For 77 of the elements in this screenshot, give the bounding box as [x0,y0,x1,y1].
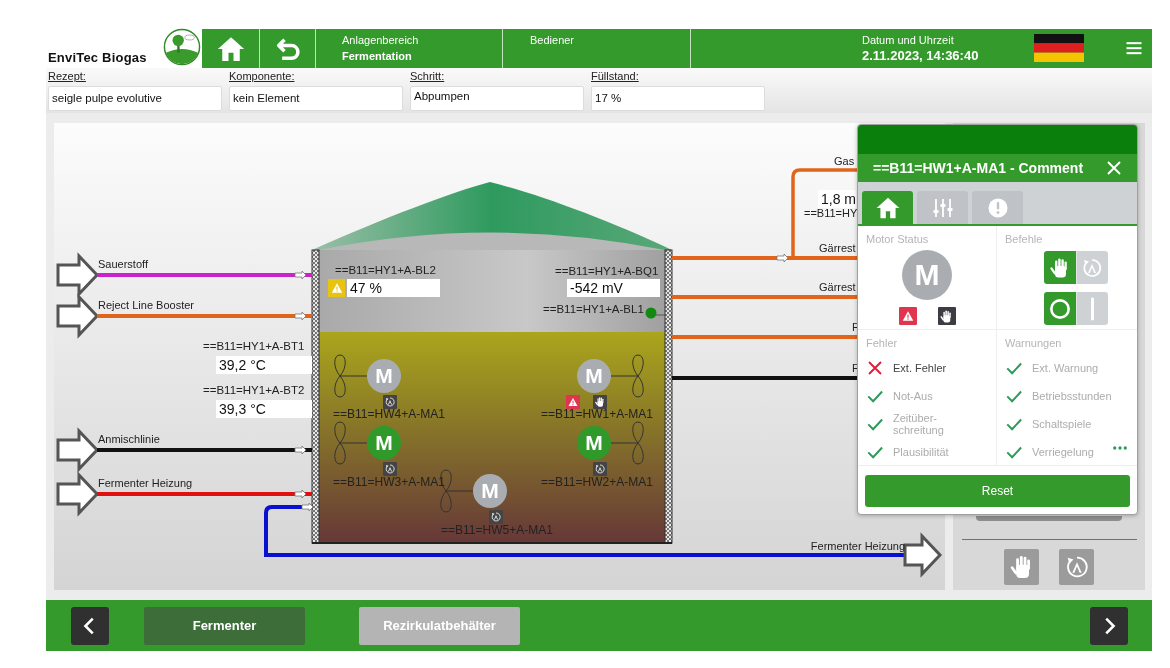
section-label: Fehler [866,337,899,349]
pipe-label: Gas [834,155,855,167]
field-label: Schritt: [410,69,446,84]
close-icon [1105,159,1123,177]
toggle-option[interactable] [1043,292,1076,325]
status-item: Verriegelung [1032,446,1094,458]
inlet-arrow-icon [56,252,100,298]
toggle-option[interactable] [1075,251,1108,284]
bar-icon [1089,296,1095,321]
pipe-label: Reject Line Booster [98,299,194,311]
agitator-icon [334,354,368,398]
reset-button[interactable]: Reset [865,475,1130,507]
pipe-label: Fermenter Heizung [98,477,193,489]
value-field: kein Element [229,86,403,111]
motor-symbol: M [902,250,952,300]
operator-label: Bediener [530,33,576,48]
sensor-tag: ==B11=HY [804,207,858,219]
sensor-tag: ==B11=HY1+A-BL1 [543,303,644,315]
sensor-tag: ==B11=HY1+A-BL2 [335,264,436,276]
area-value: Fermentation [342,49,413,64]
pipe-label: Gärrest [819,281,856,293]
toggle-option[interactable] [1043,251,1076,284]
value-field: 47 % [347,279,440,297]
pipe-label: Fermenter Heizung [810,540,905,552]
status-item: Zeitüber- schreitung [893,412,944,436]
value-field: 17 % [591,86,765,111]
pipe-label: Sauerstoff [98,258,148,270]
toggle-option[interactable] [1075,292,1108,325]
agitator-icon [610,421,644,465]
value-field: 1,8 m [818,190,856,208]
value-field: 39,3 °C [216,400,312,418]
next-button[interactable] [1090,606,1128,645]
inlet-arrow-icon [56,293,100,339]
auto-mode-button[interactable] [1059,549,1094,585]
logo-text: EnviTec Biogas [48,50,147,65]
datetime-value: 2.11.2023, 14:36:40 [862,48,980,64]
motor-tag: ==B11=HW4+A-MA1 [333,407,445,421]
status-item: Not-Aus [893,390,933,402]
dialog-title: ==B11=HW1+A-MA1 - Comment [873,160,1084,176]
value-field: Abpumpen [410,86,584,111]
sensor-tag: ==B11=HY1+A-BT2 [203,384,305,396]
value-field: -542 mV [567,279,660,297]
inlet-arrow-icon [56,427,100,473]
motor-tag: ==B11=HW5+A-MA1 [441,523,553,537]
pipe-label: Gärrest [819,242,856,254]
close-button[interactable] [1105,159,1123,177]
dialog-tab[interactable] [862,191,913,224]
pipe-label: Anmischlinie [98,433,160,445]
previous-button[interactable] [71,606,109,645]
value-field: seigle pulpe evolutive [48,86,222,111]
datetime-label: Datum und Uhrzeit [862,33,955,48]
status-item: Ext. Fehler [893,362,947,374]
status-item: Ext. Warnung [1032,362,1099,374]
section-label: Befehle [1005,233,1044,247]
inlet-arrow-icon [56,471,100,517]
motor-tag: ==B11=HW3+A-MA1 [333,475,445,489]
hand-mode-button[interactable] [1004,549,1039,585]
sensor-tag: ==B11=HY1+A-BT1 [203,340,305,352]
area-label: Anlagenbereich [342,33,420,48]
flag-icon[interactable] [1034,34,1084,62]
status-item: Schaltspiele [1032,418,1092,430]
status-item: Betriebsstunden [1032,390,1112,402]
outlet-arrow-icon [903,532,943,578]
page-tab[interactable]: Fermenter [144,606,305,645]
page-tab: Rezirkulatbehälter [359,606,520,645]
field-label: Rezept: [48,69,87,84]
field-label: Komponente: [229,69,296,84]
section-label: Motor Status [866,233,930,247]
agitator-icon [334,421,368,465]
status-item: Plausibilität [893,446,949,458]
agitator-icon [610,354,644,398]
motor-tag: ==B11=HW1+A-MA1 [541,407,653,421]
motor-tag: ==B11=HW2+A-MA1 [541,475,653,489]
section-label: Warnungen [1005,337,1063,349]
sensor-tag: ==B11=HY1+A-BQ1 [555,265,659,277]
field-label: Füllstand: [591,69,640,84]
value-field: 39,2 °C [216,356,312,374]
